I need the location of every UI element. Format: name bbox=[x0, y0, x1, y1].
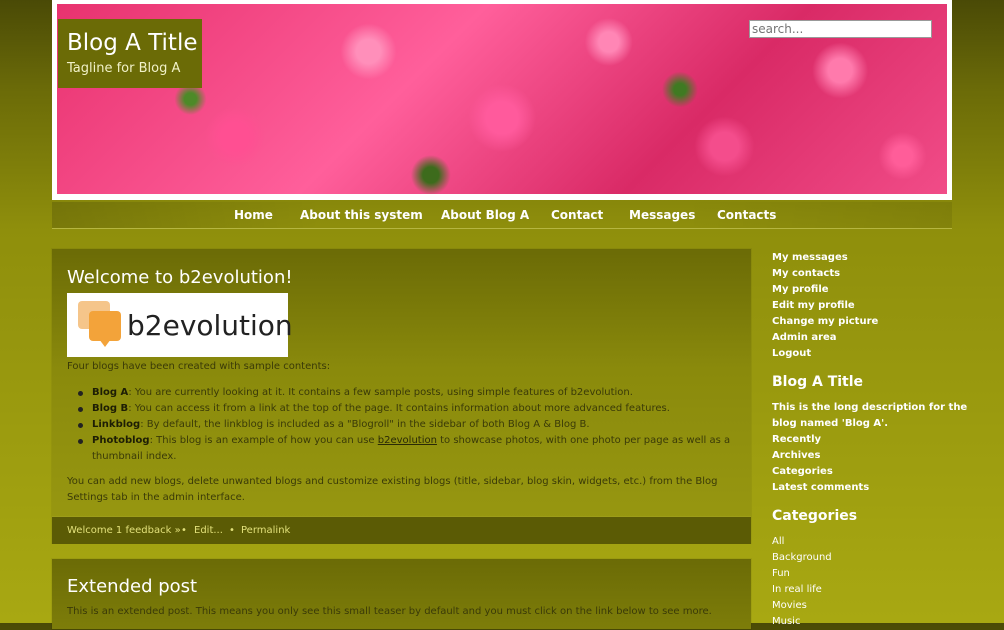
list-item: Blog B: You can access it from a link at… bbox=[78, 401, 732, 417]
sidebar: My messages My contacts My profile Edit … bbox=[772, 250, 972, 630]
sidebar-link-recently[interactable]: Recently bbox=[772, 432, 972, 448]
nav-about-system[interactable]: About this system bbox=[300, 208, 423, 222]
sidebar-link-archives[interactable]: Archives bbox=[772, 448, 972, 464]
post-footer: Welcome 1 feedback » • Edit... • Permali… bbox=[52, 516, 751, 544]
post-welcome: Welcome to b2evolution! b2evolution Four… bbox=[52, 249, 751, 544]
logo-text: b2evolution bbox=[127, 309, 293, 342]
sidebar-link-my-contacts[interactable]: My contacts bbox=[772, 266, 972, 282]
post-title[interactable]: Extended post bbox=[67, 576, 197, 597]
sidebar-link-edit-profile[interactable]: Edit my profile bbox=[772, 298, 972, 314]
sidebar-link-admin-area[interactable]: Admin area bbox=[772, 330, 972, 346]
sidebar-link-categories[interactable]: Categories bbox=[772, 464, 972, 480]
list-item: Linkblog: By default, the linkblog is in… bbox=[78, 417, 732, 433]
nav-about-blog[interactable]: About Blog A bbox=[441, 208, 529, 222]
edit-link[interactable]: Edit... bbox=[194, 525, 223, 536]
sidebar-blog-title: Blog A Title bbox=[772, 374, 864, 390]
post-teaser: This is an extended post. This means you… bbox=[67, 606, 712, 617]
post-intro: Four blogs have been created with sample… bbox=[67, 361, 331, 372]
list-item: Blog A: You are currently looking at it.… bbox=[78, 385, 732, 401]
blog-list: Blog A: You are currently looking at it.… bbox=[78, 385, 732, 465]
nav-home[interactable]: Home bbox=[234, 208, 273, 222]
category-all[interactable]: All bbox=[772, 534, 972, 550]
b2evolution-logo: b2evolution bbox=[67, 293, 293, 357]
post-outro: You can add new blogs, delete unwanted b… bbox=[67, 476, 718, 503]
permalink-link[interactable]: Permalink bbox=[241, 525, 290, 536]
sidebar-link-my-profile[interactable]: My profile bbox=[772, 282, 972, 298]
blog-tagline: Tagline for Blog A bbox=[67, 61, 181, 76]
blog-title[interactable]: Blog A Title bbox=[67, 30, 198, 56]
category-in-real-life[interactable]: In real life bbox=[772, 582, 972, 598]
sidebar-link-my-messages[interactable]: My messages bbox=[772, 250, 972, 266]
feedback-link[interactable]: Welcome 1 feedback » bbox=[67, 525, 181, 536]
category-movies[interactable]: Movies bbox=[772, 598, 972, 614]
search-input[interactable] bbox=[749, 20, 932, 38]
category-fun[interactable]: Fun bbox=[772, 566, 972, 582]
sidebar-link-latest-comments[interactable]: Latest comments bbox=[772, 480, 972, 496]
main-nav: Home About this system About Blog A Cont… bbox=[52, 202, 952, 229]
sidebar-blog-desc: This is the long description for the bbox=[772, 402, 968, 413]
sidebar-categories-heading: Categories bbox=[772, 508, 858, 524]
separator: • bbox=[229, 525, 235, 536]
sidebar-link-change-picture[interactable]: Change my picture bbox=[772, 314, 972, 330]
category-background[interactable]: Background bbox=[772, 550, 972, 566]
nav-contact[interactable]: Contact bbox=[551, 208, 603, 222]
speech-bubble-icon bbox=[89, 311, 121, 341]
post-extended: Extended post This is an extended post. … bbox=[52, 559, 751, 629]
sidebar-link-logout[interactable]: Logout bbox=[772, 346, 972, 362]
separator: • bbox=[181, 525, 187, 536]
nav-contacts[interactable]: Contacts bbox=[717, 208, 776, 222]
category-music[interactable]: Music bbox=[772, 614, 972, 630]
sidebar-blog-desc: blog named 'Blog A'. bbox=[772, 418, 889, 429]
nav-messages[interactable]: Messages bbox=[629, 208, 695, 222]
post-title[interactable]: Welcome to b2evolution! bbox=[67, 267, 293, 288]
list-item: Photoblog: This blog is an example of ho… bbox=[78, 433, 732, 465]
b2evolution-link[interactable]: b2evolution bbox=[378, 435, 437, 446]
